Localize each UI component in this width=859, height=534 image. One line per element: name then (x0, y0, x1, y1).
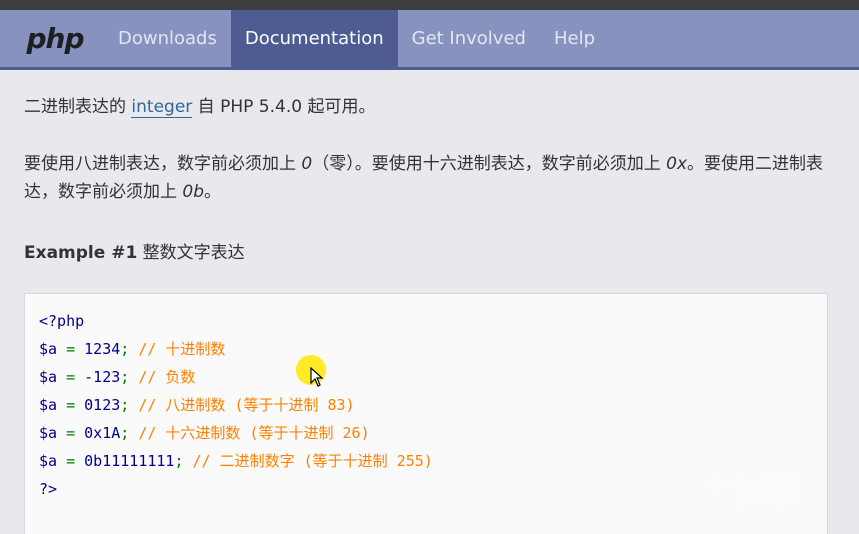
nav-documentation[interactable]: Documentation (230, 10, 398, 67)
code-number: 0123 (84, 396, 121, 414)
p2-part-g: 。 (204, 182, 222, 202)
php-logo[interactable]: php (0, 10, 104, 67)
code-semicolon: ; (120, 424, 139, 442)
binary-availability-paragraph: 二进制表达的 integer 自 PHP 5.4.0 起可用。 (24, 92, 834, 122)
code-var: $a (39, 368, 58, 386)
example-label: Example #1 (24, 243, 138, 263)
code-number: 1234 (84, 340, 121, 358)
watermark-text: 那个铃铛很起眼 12465248 (707, 478, 799, 509)
code-comment: // 二进制数字 (等于十进制 255) (192, 452, 433, 470)
code-semicolon: ; (174, 452, 193, 470)
mouse-pointer-icon (310, 367, 324, 387)
code-op: = (57, 368, 85, 386)
octal-prefix: 0 (301, 154, 313, 174)
nav-downloads[interactable]: Downloads (104, 10, 231, 67)
code-open-tag: <?php (39, 312, 85, 330)
p1-text-before: 二进制表达的 (24, 97, 132, 117)
code-line: $a = 1234; // 十进制数 (39, 335, 225, 363)
window-top-strip (0, 0, 859, 10)
code-comment: // 负数 (138, 368, 196, 386)
code-comment: // 八进制数 (等于十进制 83) (138, 396, 355, 414)
code-var: $a (39, 424, 58, 442)
integer-link[interactable]: integer (131, 97, 193, 118)
code-semicolon: ; (120, 368, 139, 386)
code-var: $a (39, 396, 58, 414)
code-close-tag: ?> (39, 480, 58, 498)
code-op: = (57, 424, 85, 442)
code-number: 0x1A (84, 424, 121, 442)
code-semicolon: ; (120, 340, 139, 358)
nav-get-involved[interactable]: Get Involved (398, 10, 540, 67)
p2-part-c: （零）。要使用十六进制表达，数字前必须加上 (312, 154, 667, 174)
code-line: $a = 0x1A; // 十六进制数 (等于十进制 26) (39, 419, 370, 447)
nav-help[interactable]: Help (540, 10, 609, 67)
code-comment: // 十六进制数 (等于十进制 26) (138, 424, 370, 442)
code-semicolon: ; (120, 396, 139, 414)
code-var: $a (39, 340, 58, 358)
p2-part-a: 要使用八进制表达，数字前必须加上 (24, 154, 302, 174)
example-heading: Example #1 整数文字表达 (24, 238, 245, 263)
code-op: = (57, 396, 85, 414)
code-line: $a = -123; // 负数 (39, 363, 195, 391)
code-op: = (57, 452, 85, 470)
code-number: 0b11111111 (84, 452, 175, 470)
code-comment: // 十进制数 (138, 340, 226, 358)
hex-prefix: 0x (666, 154, 688, 174)
code-op: = (57, 340, 85, 358)
code-line: $a = 0b11111111; // 二进制数字 (等于十进制 255) (39, 447, 433, 475)
binary-prefix: 0b (182, 182, 205, 202)
code-var: $a (39, 452, 58, 470)
example-title: 整数文字表达 (137, 243, 245, 263)
doc-content: 二进制表达的 integer 自 PHP 5.4.0 起可用。 要使用八进制表达… (24, 92, 834, 534)
p1-text-after: 自 PHP 5.4.0 起可用。 (192, 97, 376, 117)
code-number: -123 (84, 368, 121, 386)
top-navbar: php Downloads Documentation Get Involved… (0, 10, 859, 70)
prefix-usage-paragraph: 要使用八进制表达，数字前必须加上 0（零）。要使用十六进制表达，数字前必须加上 … (24, 150, 830, 206)
code-line: $a = 0123; // 八进制数 (等于十进制 83) (39, 391, 355, 419)
